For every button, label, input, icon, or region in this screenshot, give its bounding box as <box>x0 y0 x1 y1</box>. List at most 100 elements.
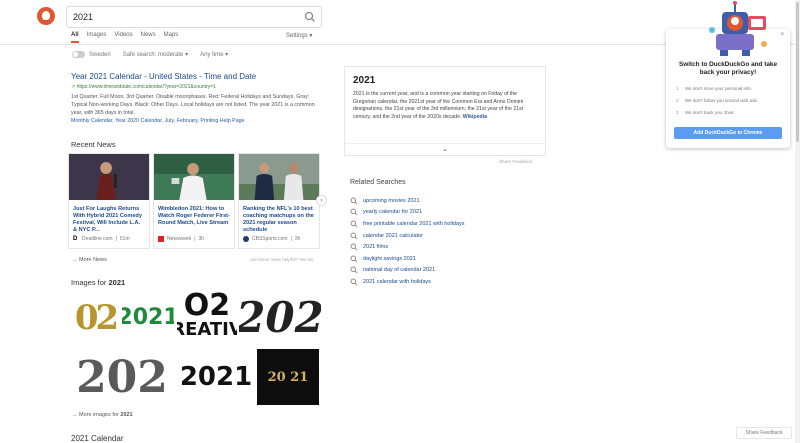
carousel-next-arrow-icon[interactable]: › <box>316 195 327 206</box>
popup-point-text: We don't follow you around with ads. <box>685 98 759 103</box>
result-url[interactable]: ↗ https://www.timeanddate.com/calendar/?… <box>71 84 321 90</box>
region-toggle[interactable] <box>72 51 85 58</box>
more-images-link[interactable]: → More images for 2021 <box>72 412 133 418</box>
search-icon <box>350 220 358 228</box>
news-source: Newsweek | 3h <box>154 236 234 242</box>
news-card[interactable]: Wimbledon 2021: How to Watch Roger Feder… <box>153 153 235 249</box>
image-tile-text: 2021 <box>179 362 253 392</box>
image-tile[interactable]: 202 <box>71 349 173 405</box>
related-search-item[interactable]: yearly calendar for 2021 <box>350 207 465 219</box>
related-search-item[interactable]: national day of calendar 2021 <box>350 265 465 277</box>
image-tile[interactable]: 20 21 <box>257 349 319 405</box>
news-age: 51m <box>119 236 130 242</box>
tab-maps[interactable]: Maps <box>164 32 179 43</box>
more-images-prefix: More images for <box>79 412 121 418</box>
add-to-chrome-button[interactable]: Add DuckDuckGo to Chrome <box>674 127 782 139</box>
divider <box>345 143 545 144</box>
image-tile[interactable]: 2021 <box>122 290 174 345</box>
images-title-query: 2021 <box>108 278 126 287</box>
popup-points: 1 We don't store your personal info. 2 We … <box>676 86 758 122</box>
recent-news-title: Recent News <box>71 140 116 149</box>
chevron-down-icon: ▾ <box>225 52 229 59</box>
tab-news[interactable]: News <box>141 32 156 43</box>
search-box[interactable] <box>66 6 322 28</box>
news-card[interactable]: Just For Laughs Returns With Hybrid 2021… <box>68 153 150 249</box>
search-icon <box>350 243 358 251</box>
cbssports-icon <box>243 236 249 242</box>
tab-videos[interactable]: Videos <box>114 32 132 43</box>
images-title-prefix: Images for <box>71 278 109 287</box>
search-icon <box>350 197 358 205</box>
news-source: CBSSports.com | 3h <box>239 236 319 242</box>
calendar-section-title[interactable]: 2021 Calendar <box>71 434 123 443</box>
more-news-link[interactable]: → More News <box>72 257 107 263</box>
image-tile[interactable]: 202 <box>239 290 321 345</box>
tab-images[interactable]: Images <box>87 32 107 43</box>
source-name: CBSSports.com <box>252 236 288 242</box>
popup-point: 3 We don't track you. Ever. <box>676 110 735 115</box>
news-thumbnail <box>69 154 149 200</box>
images-title: Images for 2021 <box>71 278 125 287</box>
related-search-label: yearly calendar for 2021 <box>363 209 423 216</box>
wikipedia-link[interactable]: Wikipedia <box>463 114 487 120</box>
share-feedback-button[interactable]: Share Feedback <box>736 427 792 439</box>
related-search-item[interactable]: 2021 films <box>350 241 465 253</box>
search-icon <box>350 255 358 263</box>
close-icon[interactable]: × <box>780 32 784 38</box>
page-scrollbar[interactable] <box>795 0 800 443</box>
time-filter[interactable]: Any time ▾ <box>200 51 228 58</box>
related-search-item[interactable]: upcoming movies 2021 <box>350 195 465 207</box>
result-title-link[interactable]: Year 2021 Calendar - United States - Tim… <box>71 72 321 81</box>
related-search-item[interactable]: free printable calendar 2021 with holida… <box>350 218 465 230</box>
safe-search-label: Safe search: moderate <box>122 52 184 59</box>
search-input[interactable] <box>73 10 298 24</box>
image-tile-text: 02 <box>74 297 119 338</box>
news-headline: Ranking the NFL's 10 best coaching match… <box>243 206 314 233</box>
settings-label: Settings <box>286 33 308 39</box>
image-tile[interactable]: 2021 <box>177 349 255 405</box>
source-name: Deadline.com <box>82 236 113 242</box>
expand-chevron-icon[interactable]: ⌄ <box>442 145 448 153</box>
related-search-item[interactable]: 2021 calendar with holidays <box>350 276 465 288</box>
popup-title: Switch to DuckDuckGo and take back your … <box>678 61 777 76</box>
related-search-label: daylight savings 2021 <box>363 255 416 262</box>
infobox-share-feedback[interactable]: Share Feedback <box>499 159 532 164</box>
image-tile[interactable]: 02 <box>71 290 120 345</box>
duck-robot-illustration <box>709 1 767 56</box>
region-label: Sweden <box>89 52 111 59</box>
related-search-item[interactable]: calendar 2021 calculator <box>350 230 465 242</box>
news-thumbnail <box>154 154 234 200</box>
image-tile-text: O2 <box>183 290 231 323</box>
result-url-text: https://www.timeanddate.com/calendar/?ye… <box>76 84 216 90</box>
news-source: D Deadline.com | 51m <box>73 236 130 242</box>
scrollbar-thumb[interactable] <box>796 2 799 142</box>
time-label: Any time <box>200 52 224 59</box>
search-icon[interactable] <box>304 11 316 23</box>
image-tile[interactable]: O2 REATIV <box>177 290 237 345</box>
news-age: 3h <box>198 236 205 242</box>
search-result: Year 2021 Calendar - United States - Tim… <box>71 72 321 124</box>
result-snippet: 1st Quarter. Full Moon. 3rd Quarter. Dis… <box>71 94 315 116</box>
news-helpful-prompt: Are these news helpful? Yes No <box>250 257 314 262</box>
more-images-query: 2021 <box>120 412 133 418</box>
image-tile-text: 202 <box>76 351 168 403</box>
search-tabs: All Images Videos News Maps <box>71 32 178 43</box>
image-tile-text: 2021 <box>122 305 174 330</box>
tab-all[interactable]: All <box>71 32 79 43</box>
related-search-item[interactable]: daylight savings 2021 <box>350 253 465 265</box>
deadline-icon: D <box>73 236 78 242</box>
region-filter[interactable]: Sweden <box>72 51 111 58</box>
news-carousel: Just For Laughs Returns With Hybrid 2021… <box>68 153 320 249</box>
search-icon <box>350 266 358 274</box>
more-news-label: More News <box>79 257 107 263</box>
image-tile-text: REATIV <box>177 318 237 340</box>
result-sitelinks[interactable]: Monthly Calendar, Year 2020 Calendar, Ju… <box>71 118 321 124</box>
duckduckgo-logo[interactable] <box>37 7 55 25</box>
popup-point-text: We don't store your personal info. <box>685 86 753 91</box>
image-tile-text: 20 21 <box>267 369 309 385</box>
news-card[interactable]: Ranking the NFL's 10 best coaching match… <box>238 153 320 249</box>
search-icon <box>350 278 358 286</box>
settings-menu[interactable]: Settings ▾ <box>286 32 312 39</box>
related-search-label: calendar 2021 calculator <box>363 232 423 239</box>
safe-search-filter[interactable]: Safe search: moderate ▾ <box>123 51 188 58</box>
